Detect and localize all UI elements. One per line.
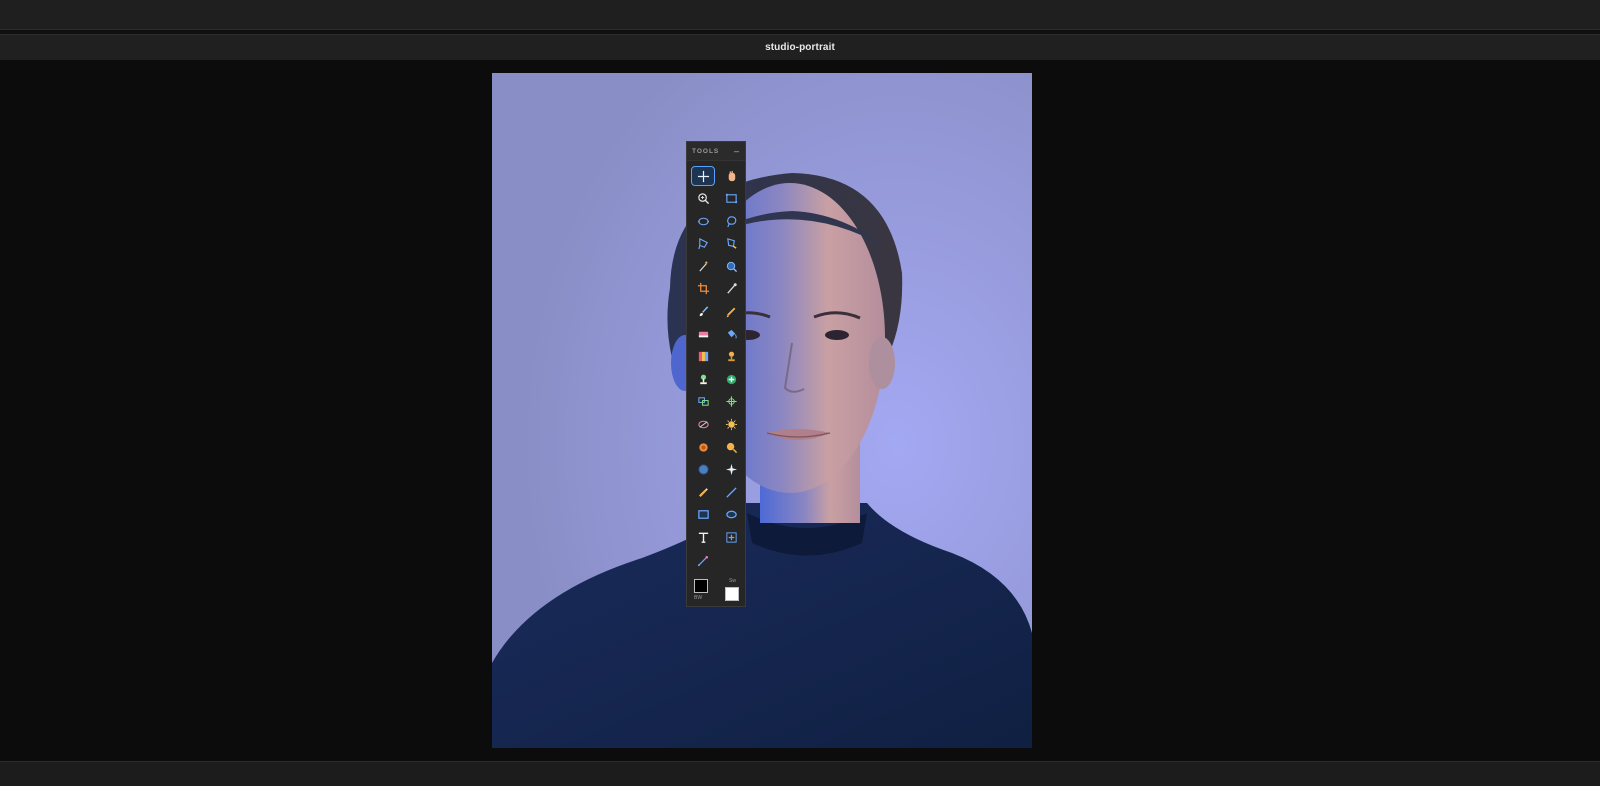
- smudge-icon: [698, 487, 708, 497]
- ellipse-select-tool-button[interactable]: [691, 211, 715, 231]
- sharpen-icon: [725, 418, 737, 431]
- photo-canvas[interactable]: [492, 73, 1032, 748]
- line-tool-button[interactable]: [719, 482, 743, 502]
- portrait-image: [492, 73, 1032, 748]
- collapse-button[interactable]: –: [734, 147, 739, 156]
- background-color-swatch[interactable]: [725, 587, 739, 601]
- gradient-tool-button[interactable]: [691, 347, 715, 367]
- status-bar: [0, 761, 1600, 786]
- eyedropper-tool-button[interactable]: [719, 279, 743, 299]
- default-colors-label[interactable]: BW: [694, 595, 702, 601]
- crop-tool-button[interactable]: [691, 279, 715, 299]
- patch-icon: [697, 397, 709, 407]
- pattern-stamp-tool-button[interactable]: [691, 369, 715, 389]
- eraser-icon: [698, 331, 708, 337]
- ellipse-select-icon: [697, 217, 709, 225]
- magnetic-lasso-tool-button[interactable]: [719, 234, 743, 254]
- rect-select-icon: [725, 193, 737, 204]
- brush-icon: [699, 306, 708, 317]
- gradient-icon: [698, 352, 708, 362]
- pen-icon: [697, 555, 708, 566]
- blur-icon: [697, 420, 709, 429]
- smudge-tool-button[interactable]: [691, 482, 715, 502]
- hand-icon: [728, 170, 735, 181]
- clone-stamp-tool-button[interactable]: [719, 347, 743, 367]
- text-tool-button[interactable]: [691, 528, 715, 548]
- foreground-color-swatch[interactable]: [694, 579, 708, 593]
- pen-tool-button[interactable]: [691, 550, 715, 570]
- rectangle-icon: [697, 510, 709, 520]
- rectangle-tool-button[interactable]: [691, 505, 715, 525]
- tools-panel-title: TOOLS: [692, 147, 720, 155]
- quick-select-tool-button[interactable]: [719, 256, 743, 276]
- lasso-icon: [726, 215, 736, 227]
- quick-select-icon: [726, 261, 737, 272]
- red-eye-tool-button[interactable]: [719, 392, 743, 412]
- patch-tool-button[interactable]: [691, 392, 715, 412]
- sharpen-tool-button[interactable]: [719, 415, 743, 435]
- tools-panel: TOOLS – BW Sw: [686, 141, 746, 607]
- paint-bucket-tool-button[interactable]: [719, 324, 743, 344]
- pencil-icon: [726, 307, 735, 318]
- transform-icon: [725, 532, 737, 543]
- swap-colors-label[interactable]: Sw: [729, 578, 736, 584]
- brush-tool-button[interactable]: [691, 302, 715, 322]
- magnetic-lasso-icon: [726, 238, 737, 250]
- text-icon: [698, 532, 708, 543]
- tools-panel-header[interactable]: TOOLS –: [687, 142, 745, 161]
- eyedropper-icon: [726, 283, 737, 295]
- ellipse-tool-button[interactable]: [719, 505, 743, 525]
- line-icon: [725, 487, 737, 498]
- hand-tool-button[interactable]: [719, 166, 743, 186]
- menu-bar: [0, 0, 1600, 30]
- red-eye-icon: [725, 396, 737, 408]
- lasso-tool-button[interactable]: [719, 211, 743, 231]
- paint-bucket-icon: [727, 329, 737, 339]
- clone-stamp-icon: [727, 351, 735, 362]
- sponge-tool-button[interactable]: [691, 460, 715, 480]
- tool-grid: [687, 161, 745, 570]
- burn-icon: [726, 442, 737, 453]
- ellipse-icon: [725, 511, 737, 519]
- rect-select-tool-button[interactable]: [719, 189, 743, 209]
- polygon-lasso-tool-button[interactable]: [691, 234, 715, 254]
- pencil-tool-button[interactable]: [719, 302, 743, 322]
- healing-tool-button[interactable]: [719, 369, 743, 389]
- eraser-tool-button[interactable]: [691, 324, 715, 344]
- move-tool-button[interactable]: [691, 166, 715, 186]
- burn-tool-button[interactable]: [719, 437, 743, 457]
- sponge-icon: [697, 464, 709, 475]
- crop-icon: [697, 283, 709, 295]
- transform-tool-button[interactable]: [719, 528, 743, 548]
- zoom-icon: [697, 193, 709, 205]
- pattern-stamp-icon: [699, 374, 707, 384]
- move-icon: [697, 170, 709, 182]
- sparkle-icon: [725, 464, 737, 476]
- document-title[interactable]: studio-portrait: [765, 42, 835, 53]
- polygon-lasso-icon: [697, 238, 708, 250]
- color-swatches: BW Sw: [687, 576, 745, 606]
- zoom-tool-button[interactable]: [691, 189, 715, 209]
- sparkle-tool-button[interactable]: [719, 460, 743, 480]
- magic-wand-tool-button[interactable]: [691, 256, 715, 276]
- document-tab-bar: studio-portrait: [0, 34, 1600, 61]
- blur-tool-button[interactable]: [691, 415, 715, 435]
- dodge-tool-button[interactable]: [691, 437, 715, 457]
- healing-icon: [726, 374, 736, 384]
- magic-wand-icon: [698, 261, 708, 272]
- dodge-icon: [698, 442, 708, 452]
